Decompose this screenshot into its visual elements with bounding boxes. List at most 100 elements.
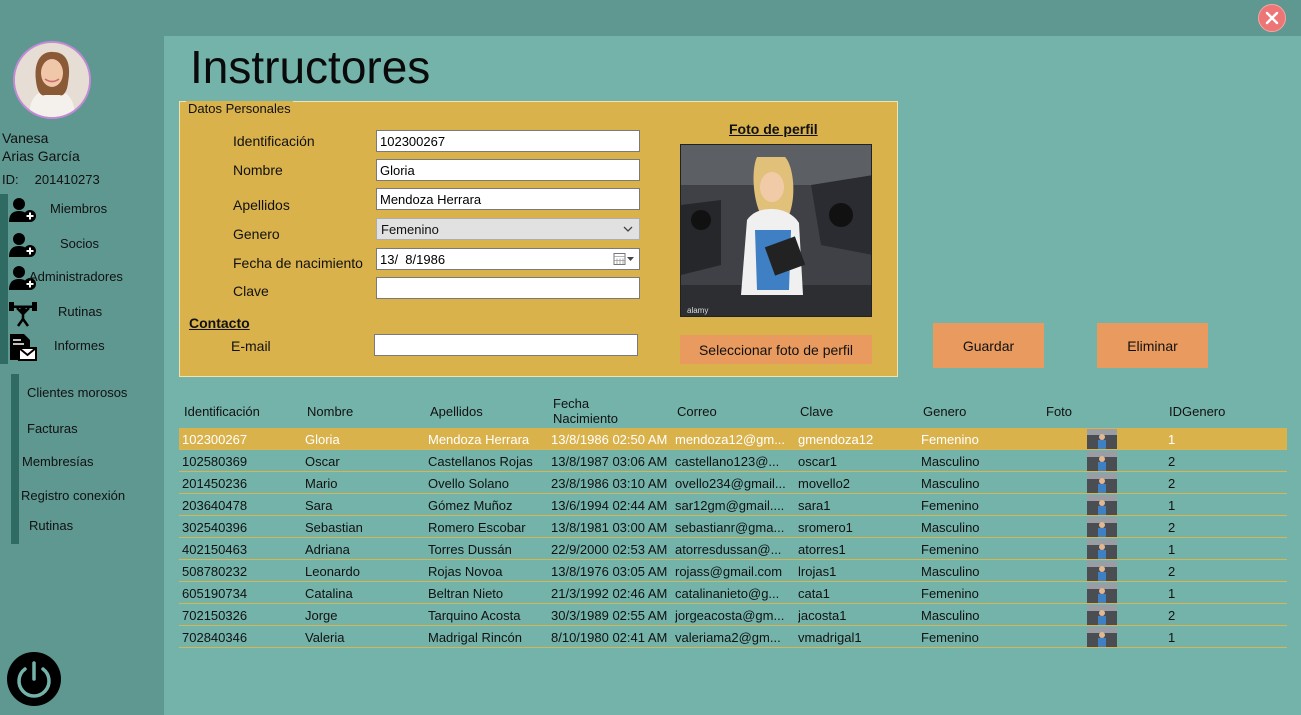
column-header-correo[interactable]: Correo (677, 404, 717, 419)
cell-nombre: Leonardo (305, 564, 360, 579)
table-row[interactable]: 402150463 Adriana Torres Dussán 22/9/2000 0… (179, 538, 1287, 560)
table-row[interactable]: 508780232 Leonardo Rojas Novoa 13/8/1976 03… (179, 560, 1287, 582)
cell-nombre: Sebastian (305, 520, 363, 535)
cell-id: 102580369 (182, 454, 248, 469)
column-header-foto[interactable]: Foto (1046, 404, 1072, 419)
save-button[interactable]: Guardar (933, 323, 1044, 368)
cell-id: 203640478 (182, 498, 248, 513)
close-button[interactable] (1258, 4, 1286, 32)
report-item-facturas[interactable]: Facturas (27, 421, 78, 436)
instructors-table: 102300267 Gloria Mendoza Herrara 13/8/1986 … (179, 428, 1287, 648)
photo-thumbnail (1087, 495, 1117, 515)
cell-nombre: Jorge (305, 608, 338, 623)
apellidos-input[interactable] (376, 188, 640, 210)
cell-apellidos: Castellanos Rojas (428, 454, 533, 469)
nombre-label: Nombre (233, 162, 283, 178)
column-header-identificacion[interactable]: Identificación (184, 404, 260, 419)
close-icon[interactable] (1264, 10, 1280, 26)
delete-button[interactable]: Eliminar (1097, 323, 1208, 368)
cell-clave: jacosta1 (798, 608, 847, 623)
cell-nombre: Mario (305, 476, 338, 491)
cell-idgenero: 1 (1168, 586, 1176, 601)
identificacion-label: Identificación (233, 133, 315, 149)
column-header-fecha[interactable]: Fecha Nacimiento (553, 396, 618, 426)
identificacion-input[interactable] (376, 130, 640, 152)
cell-clave: oscar1 (798, 454, 838, 469)
column-header-nombre[interactable]: Nombre (307, 404, 353, 419)
table-row[interactable]: 702840346 Valeria Madrigal Rincón 8/10/1980… (179, 626, 1287, 648)
cell-id: 102300267 (182, 432, 248, 447)
table-row[interactable]: 302540396 Sebastian Romero Escobar 13/8/198… (179, 516, 1287, 538)
photo-thumbnail (1087, 473, 1117, 493)
cell-fecha: 13/8/1987 03:06 AM (551, 454, 668, 469)
cell-idgenero: 1 (1168, 630, 1176, 645)
report-item-clientes-morosos[interactable]: Clientes morosos (27, 385, 127, 400)
report-item-rutinas[interactable]: Rutinas (29, 518, 73, 533)
avatar (13, 41, 91, 119)
cell-nombre: Valeria (305, 630, 345, 645)
nombre-input[interactable] (376, 159, 640, 181)
clave-input[interactable] (376, 277, 640, 299)
user-first-name: Vanesa (2, 130, 49, 146)
cell-fecha: 13/8/1976 03:05 AM (551, 564, 668, 579)
cell-idgenero: 2 (1168, 520, 1176, 535)
sidebar-item-miembros[interactable]: Miembros (0, 194, 164, 224)
cell-clave: movello2 (798, 476, 851, 491)
cell-fecha: 8/10/1980 02:41 AM (551, 630, 668, 645)
column-header-clave[interactable]: Clave (800, 404, 833, 419)
sidebar-item-informes[interactable]: Informes (0, 331, 164, 361)
genero-select[interactable]: Femenino (376, 218, 640, 240)
photo-thumbnail (1087, 517, 1117, 537)
table-header: Identificación Nombre Apellidos Fecha Na… (179, 396, 1287, 428)
power-button[interactable] (7, 652, 61, 706)
cell-apellidos: Rojas Novoa (428, 564, 503, 579)
report-item-membresias[interactable]: Membresías (22, 454, 94, 469)
column-header-idgenero[interactable]: IDGenero (1169, 404, 1225, 419)
cell-correo: catalinanieto@g... (675, 586, 780, 601)
user-last-name: Arias García (2, 148, 80, 164)
report-item-registro-conexion[interactable]: Registro conexión (21, 488, 125, 503)
cell-nombre: Catalina (305, 586, 353, 601)
sidebar: Vanesa Arias García ID: 201410273 Miembro… (0, 36, 164, 715)
chevron-down-icon (623, 226, 633, 232)
cell-genero: Masculino (921, 476, 980, 491)
cell-genero: Femenino (921, 432, 979, 447)
cell-idgenero: 2 (1168, 564, 1176, 579)
cell-apellidos: Beltran Nieto (428, 586, 504, 601)
fecha-value: 13/ 8/1986 (380, 252, 446, 267)
cell-correo: atorresdussan@... (675, 542, 782, 557)
sidebar-item-label: Administradores (29, 269, 123, 284)
cell-correo: valeriama2@gm... (675, 630, 781, 645)
cell-fecha: 13/8/1986 02:50 AM (551, 432, 668, 447)
sidebar-item-socios[interactable]: Socios (0, 229, 164, 259)
table-row[interactable]: 201450236 Mario Ovello Solano 23/8/1986 03:… (179, 472, 1287, 494)
cell-fecha: 22/9/2000 02:53 AM (551, 542, 668, 557)
cell-apellidos: Romero Escobar (428, 520, 526, 535)
cell-genero: Masculino (921, 608, 980, 623)
table-row[interactable]: 605190734 Catalina Beltran Nieto 21/3/1992 … (179, 582, 1287, 604)
cell-apellidos: Ovello Solano (428, 476, 509, 491)
cell-id: 302540396 (182, 520, 248, 535)
cell-genero: Femenino (921, 498, 979, 513)
cell-id: 402150463 (182, 542, 248, 557)
user-id: ID: 201410273 (2, 172, 100, 187)
sidebar-item-rutinas[interactable]: Rutinas (0, 297, 164, 327)
table-row[interactable]: 702150326 Jorge Tarquino Acosta 30/3/1989 0… (179, 604, 1287, 626)
clave-label: Clave (233, 283, 269, 299)
table-row[interactable]: 203640478 Sara Gómez Muñoz 13/6/1994 02:44 … (179, 494, 1287, 516)
sidebar-item-administradores[interactable]: Administradores (0, 262, 164, 292)
cell-nombre: Oscar (305, 454, 340, 469)
cell-id: 702840346 (182, 630, 248, 645)
calendar-icon[interactable] (613, 252, 635, 266)
cell-correo: sar12gm@gmail.... (675, 498, 785, 513)
column-header-apellidos[interactable]: Apellidos (430, 404, 483, 419)
cell-clave: vmadrigal1 (798, 630, 862, 645)
table-row[interactable]: 102300267 Gloria Mendoza Herrara 13/8/1986 … (179, 428, 1287, 450)
table-row[interactable]: 102580369 Oscar Castellanos Rojas 13/8/1987… (179, 450, 1287, 472)
email-input[interactable] (374, 334, 638, 356)
column-header-genero[interactable]: Genero (923, 404, 966, 419)
select-photo-button[interactable]: Seleccionar foto de perfil (680, 335, 872, 364)
panel-legend: Datos Personales (186, 101, 293, 116)
fecha-datepicker[interactable]: 13/ 8/1986 (376, 248, 640, 270)
cell-nombre: Adriana (305, 542, 350, 557)
